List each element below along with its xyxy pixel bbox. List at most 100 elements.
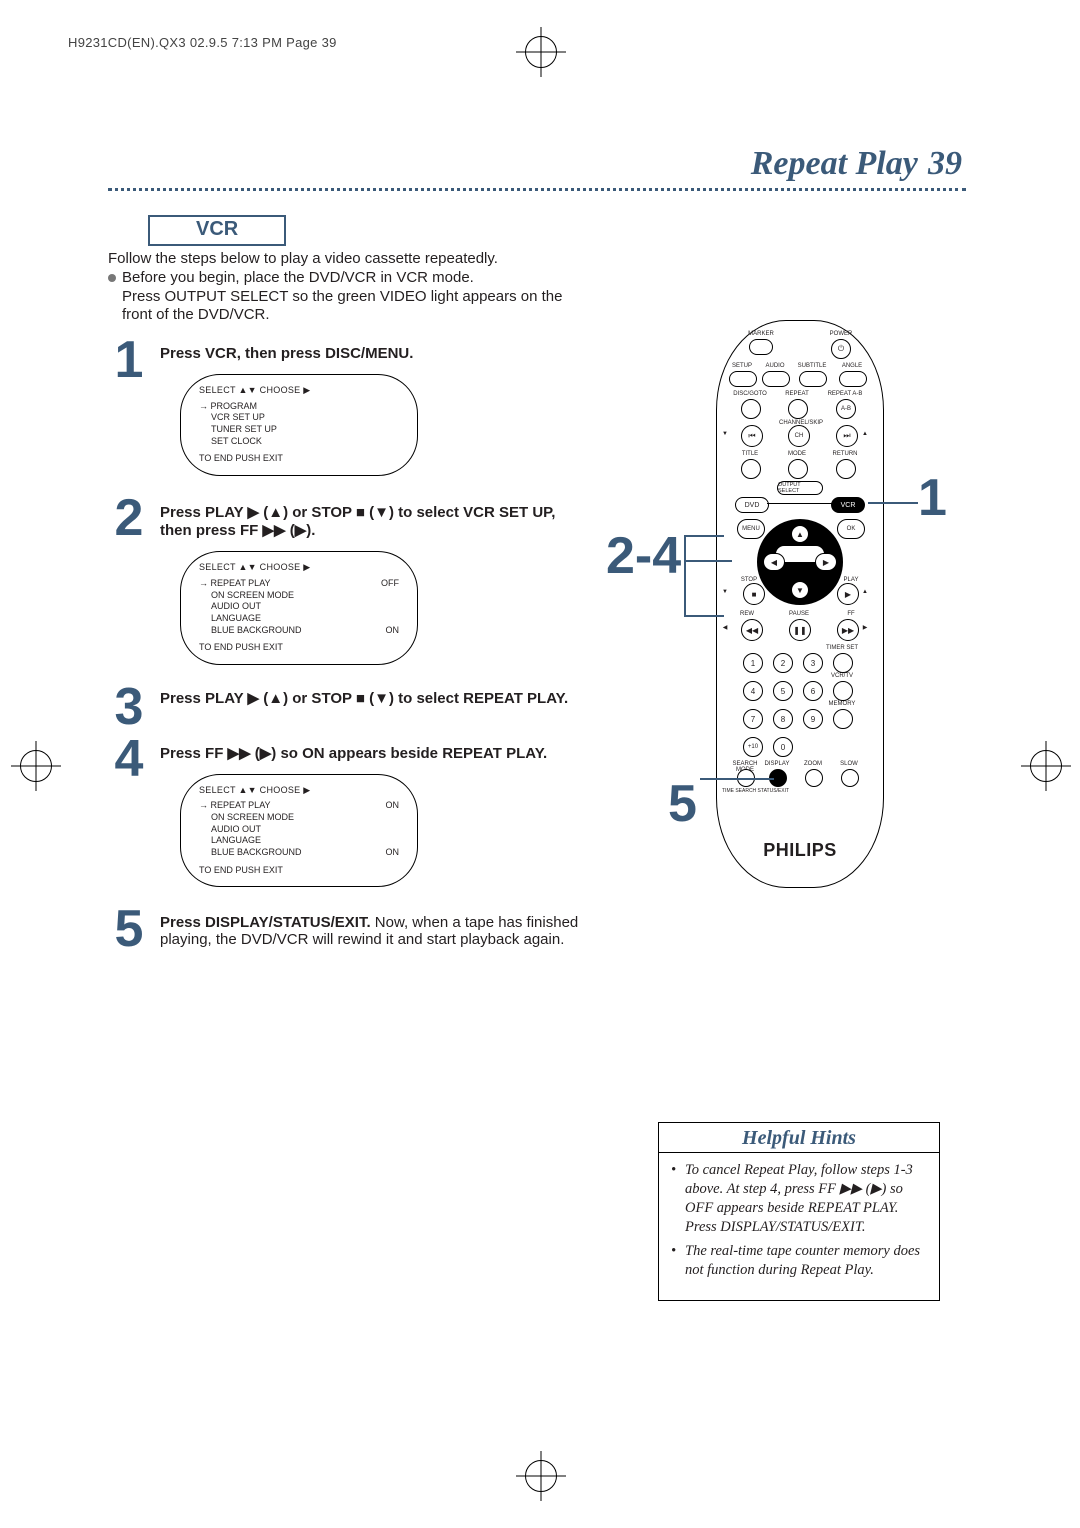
step-1: 1 Press VCR, then press DISC/MENU. SELEC… <box>108 340 588 488</box>
callout-number-5: 5 <box>668 778 697 830</box>
callout-line <box>700 778 774 780</box>
remote-btn-marker <box>749 339 773 355</box>
remote-key-5: 5 <box>773 681 793 701</box>
step-body: Press DISPLAY/STATUS/EXIT. Now, when a t… <box>160 909 588 951</box>
crop-mark-right <box>1030 750 1062 782</box>
remote-label: MEMORY <box>822 701 862 707</box>
helpful-hints-box: Helpful Hints • To cancel Repeat Play, f… <box>658 1122 940 1301</box>
helpful-hints-title: Helpful Hints <box>659 1123 939 1153</box>
title-underline-dotted <box>108 188 966 191</box>
remote-btn-skip-back: ⏮ <box>741 425 763 447</box>
remote-label: DISPLAY <box>757 761 797 767</box>
remote-label: REPEAT <box>777 391 817 397</box>
remote-btn <box>729 371 757 387</box>
remote-btn <box>762 371 790 387</box>
remote-label: SUBTITLE <box>792 363 832 369</box>
remote-label: REPEAT A-B <box>825 391 865 397</box>
remote-label: ◀ <box>718 625 732 631</box>
remote-btn-play: ▶ <box>837 583 859 605</box>
step-2: 2 Press PLAY ▶ (▲) or STOP ■ (▼) to sele… <box>108 498 588 677</box>
osd-panel: SELECT ▲▼ CHOOSE ▶ → REPEAT PLAYOFF ON S… <box>180 551 418 665</box>
intro-bullet-text: Before you begin, place the DVD/VCR in V… <box>122 269 568 325</box>
crop-mark-top <box>525 36 557 68</box>
remote-btn <box>741 399 761 419</box>
remote-btn-pause: ❚❚ <box>789 619 811 641</box>
remote-illustration: MARKER POWER ⏻ SETUP AUDIO SUBTITLE ANGL… <box>716 320 884 888</box>
remote-label: AUDIO <box>755 363 795 369</box>
remote-btn-vcr: VCR <box>831 497 865 513</box>
remote-key-6: 6 <box>803 681 823 701</box>
remote-key-8: 8 <box>773 709 793 729</box>
remote-label: MODE <box>777 451 817 457</box>
remote-key-3: 3 <box>803 653 823 673</box>
remote-label: ANGLE <box>832 363 872 369</box>
remote-nav-left: ◀ <box>763 553 785 571</box>
remote-btn-rew: ◀◀ <box>741 619 763 641</box>
bullet-icon: • <box>671 1161 679 1236</box>
remote-btn <box>799 371 827 387</box>
remote-label: RETURN <box>825 451 865 457</box>
remote-label: ▼ <box>718 589 732 595</box>
remote-btn <box>839 371 867 387</box>
remote-btn <box>788 459 808 479</box>
remote-btn-dvd: DVD <box>735 497 769 513</box>
callout-number-24: 2-4 <box>606 530 681 582</box>
remote-label: ZOOM <box>793 761 833 767</box>
step-5: 5 Press DISPLAY/STATUS/EXIT. Now, when a… <box>108 909 588 951</box>
callout-line <box>868 502 918 504</box>
crop-mark-bottom <box>525 1460 557 1492</box>
osd-panel: SELECT ▲▼ CHOOSE ▶ → PROGRAM VCR SET UP … <box>180 374 418 476</box>
remote-btn <box>788 399 808 419</box>
remote-label: STOP <box>729 577 769 583</box>
intro-bullet: Before you begin, place the DVD/VCR in V… <box>108 269 568 325</box>
remote-btn <box>836 459 856 479</box>
remote-label: TIME SEARCH STATUS/EXIT <box>722 789 802 794</box>
step-body: Press VCR, then press DISC/MENU. SELECT … <box>160 340 588 488</box>
remote-label: TITLE <box>730 451 770 457</box>
remote-key-4: 4 <box>743 681 763 701</box>
callout-number-1: 1 <box>918 472 947 524</box>
remote-label: REW <box>727 611 767 617</box>
remote-key-7: 7 <box>743 709 763 729</box>
remote-label-power: POWER <box>821 331 861 337</box>
steps-column: 1 Press VCR, then press DISC/MENU. SELEC… <box>108 340 588 961</box>
remote-label: SLOW <box>829 761 869 767</box>
page-number: 39 <box>928 145 962 182</box>
callout-line <box>684 535 686 615</box>
bullet-icon: • <box>671 1242 679 1280</box>
page-title-row: Repeat Play 39 <box>108 145 972 183</box>
remote-btn <box>841 769 859 787</box>
remote-label: ▲ <box>858 431 872 437</box>
remote-label: ▲ <box>858 589 872 595</box>
page-title: Repeat Play <box>751 145 918 182</box>
remote-nav-up: ▲ <box>791 525 809 543</box>
step-body: Press PLAY ▶ (▲) or STOP ■ (▼) to select… <box>160 498 588 677</box>
remote-nav-right: ▶ <box>815 553 837 571</box>
hints-item: • To cancel Repeat Play, follow steps 1-… <box>671 1161 927 1236</box>
remote-btn-stop: ■ <box>743 583 765 605</box>
step-body: Press FF ▶▶ (▶) so ON appears beside REP… <box>160 739 588 900</box>
remote-key-9: 9 <box>803 709 823 729</box>
remote-btn-ok: OK <box>837 519 865 539</box>
remote-btn-menu: MENU <box>737 519 765 539</box>
remote-key-plus10: +10 <box>743 737 763 757</box>
remote-label: PAUSE <box>779 611 819 617</box>
remote-btn-timerset <box>833 653 853 673</box>
remote-label: DISC/GOTO <box>730 391 770 397</box>
remote-label: TIMER SET <box>822 645 862 651</box>
callout-line <box>686 560 732 562</box>
remote-label: VCR/TV <box>822 673 862 679</box>
remote-label: ▼ <box>718 431 732 437</box>
step-number: 1 <box>108 340 150 488</box>
callout-line <box>684 535 724 537</box>
hints-item: • The real-time tape counter memory does… <box>671 1242 927 1280</box>
bullet-dot-icon <box>108 274 116 282</box>
intro-line: Follow the steps below to play a video c… <box>108 250 568 269</box>
callout-line <box>684 615 724 617</box>
remote-btn <box>741 459 761 479</box>
remote-btn-memory <box>833 709 853 729</box>
remote-btn-vcrtv <box>833 681 853 701</box>
remote-nav-down: ▼ <box>791 581 809 599</box>
header-filename-note: H9231CD(EN).QX3 02.9.5 7:13 PM Page 39 <box>68 35 337 50</box>
osd-panel: SELECT ▲▼ CHOOSE ▶ → REPEAT PLAYON ON SC… <box>180 774 418 888</box>
